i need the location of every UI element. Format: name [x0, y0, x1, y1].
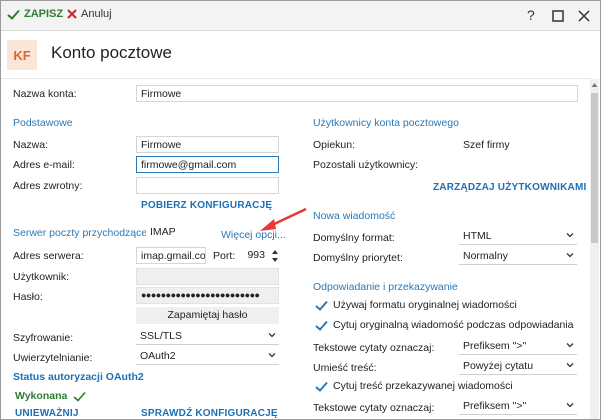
default-priority-label: Domyślny priorytet:: [313, 252, 403, 264]
scrollbar-thumb[interactable]: [591, 93, 598, 243]
auth-label: Uwierzytelnianie:: [13, 352, 93, 364]
default-format-value: HTML: [463, 230, 492, 242]
port-stepper-icon[interactable]: [271, 249, 279, 263]
quote-original-checkbox[interactable]: Cytuj oryginalną wiadomość podczas odpow…: [315, 319, 573, 331]
header: KF Konto pocztowe: [1, 32, 600, 78]
use-original-format-checkbox[interactable]: Używaj formatu oryginalnej wiadomości: [315, 299, 517, 311]
use-original-format-label: Używaj formatu oryginalnej wiadomości: [333, 299, 517, 311]
save-button[interactable]: ZAPISZ: [7, 8, 63, 20]
incoming-section-title: Serwer poczty przychodzącej:: [13, 227, 153, 239]
page-title: Konto pocztowe: [51, 43, 172, 62]
revoke-button[interactable]: UNIEWAŻNIJ: [15, 408, 79, 419]
quote-mark2-select[interactable]: Prefiksem ">": [459, 398, 577, 415]
user-label: Użytkownik:: [13, 271, 70, 283]
fetch-config-button[interactable]: POBIERZ KONFIGURACJĘ: [141, 200, 272, 211]
remember-password-toggle[interactable]: Zapamiętaj hasło: [136, 307, 279, 324]
close-window-button[interactable]: [578, 9, 590, 25]
chevron-down-icon: [268, 353, 276, 358]
checkmark-icon: [315, 300, 328, 311]
basic-section-title: Podstawowe: [13, 117, 73, 129]
encryption-select[interactable]: SSL/TLS: [136, 328, 279, 345]
oauth-status-value: Wykonana: [15, 390, 68, 402]
checkmark-icon: [7, 9, 20, 20]
port-input[interactable]: 993: [239, 247, 269, 264]
encryption-value: SSL/TLS: [140, 330, 183, 342]
scroll-up-icon[interactable]: [591, 82, 598, 88]
chevron-down-icon: [268, 333, 276, 338]
manage-users-button[interactable]: ZARZĄDZAJ UŻYTKOWNIKAMI: [433, 182, 586, 193]
quote-original-label: Cytuj oryginalną wiadomość podczas odpow…: [333, 319, 574, 331]
auth-value: OAuth2: [140, 350, 176, 362]
auth-select[interactable]: OAuth2: [136, 348, 279, 365]
default-priority-select[interactable]: Normalny: [459, 248, 577, 265]
checkmark-icon: [315, 381, 328, 392]
account-name-label: Nazwa konta:: [13, 88, 77, 100]
oauth-status-title: Status autoryzacji OAuth2: [13, 371, 144, 383]
default-priority-value: Normalny: [463, 250, 508, 262]
guardian-value[interactable]: Szef firmy: [463, 139, 510, 151]
avatar: KF: [7, 40, 37, 70]
maximize-icon: [552, 10, 564, 22]
checkmark-icon: [315, 320, 328, 331]
quote-mark-select[interactable]: Prefiksem ">": [459, 338, 577, 355]
password-input[interactable]: ●●●●●●●●●●●●●●●●●●●●●●●●: [136, 287, 279, 304]
place-content-select[interactable]: Powyżej cytatu: [459, 358, 577, 375]
name-input[interactable]: Firmowe: [136, 136, 279, 153]
password-label: Hasło:: [13, 291, 43, 303]
email-input[interactable]: firmowe@gmail.com: [136, 156, 279, 173]
chevron-down-icon: [566, 403, 574, 408]
users-section-title: Użytkownicy konta pocztowego: [313, 117, 459, 129]
save-label: ZAPISZ: [24, 8, 64, 20]
quote-forwarded-checkbox[interactable]: Cytuj treść przekazywanej wiadomości: [315, 380, 513, 392]
checkmark-icon: [73, 391, 86, 402]
reply-address-label: Adres zwrotny:: [13, 180, 83, 192]
server-label: Adres serwera:: [13, 250, 84, 262]
quote-mark2-label: Tekstowe cytaty oznaczaj:: [313, 402, 435, 414]
user-input[interactable]: [136, 268, 279, 285]
default-format-label: Domyślny format:: [313, 232, 395, 244]
help-button[interactable]: ?: [527, 7, 535, 23]
form-content: Nazwa konta: Firmowe Podstawowe Nazwa: F…: [1, 78, 591, 419]
chevron-down-icon: [566, 363, 574, 368]
vertical-scrollbar[interactable]: [590, 79, 599, 419]
chevron-down-icon: [566, 233, 574, 238]
reply-address-input[interactable]: [136, 177, 279, 194]
maximize-button[interactable]: [552, 9, 564, 25]
close-window-icon: [578, 10, 590, 22]
account-name-input[interactable]: Firmowe: [136, 85, 578, 102]
quote-mark2-value: Prefiksem ">": [463, 400, 527, 412]
other-users-label: Pozostali użytkownicy:: [313, 159, 419, 171]
close-icon: [67, 9, 77, 19]
server-input[interactable]: imap.gmail.com: [136, 247, 206, 264]
account-window: ZAPISZ Anuluj ? KF Konto pocztowe Nazwa …: [0, 0, 601, 420]
place-content-label: Umieść treść:: [313, 362, 377, 374]
quote-forwarded-label: Cytuj treść przekazywanej wiadomości: [333, 380, 513, 392]
toolbar: ZAPISZ Anuluj ?: [1, 1, 600, 31]
protocol-select[interactable]: IMAP: [146, 224, 206, 241]
name-label: Nazwa:: [13, 139, 49, 151]
cancel-button[interactable]: Anuluj: [67, 8, 112, 20]
quote-mark-label: Tekstowe cytaty oznaczaj:: [313, 342, 435, 354]
oauth-status: Wykonana: [15, 390, 86, 402]
guardian-label: Opiekun:: [313, 139, 356, 151]
quote-mark-value: Prefiksem ">": [463, 340, 527, 352]
port-label: Port:: [213, 250, 236, 262]
cancel-label: Anuluj: [81, 8, 112, 20]
new-message-section-title: Nowa wiadomość: [313, 210, 396, 222]
encryption-label: Szyfrowanie:: [13, 332, 74, 344]
place-content-value: Powyżej cytatu: [463, 360, 534, 372]
reply-section-title: Odpowiadanie i przekazywanie: [313, 281, 458, 293]
chevron-down-icon: [566, 253, 574, 258]
check-config-button[interactable]: SPRAWDŹ KONFIGURACJĘ: [141, 408, 278, 419]
arrow-icon: [260, 207, 307, 231]
chevron-down-icon: [566, 343, 574, 348]
default-format-select[interactable]: HTML: [459, 228, 577, 245]
email-label: Adres e-mail:: [13, 159, 75, 171]
